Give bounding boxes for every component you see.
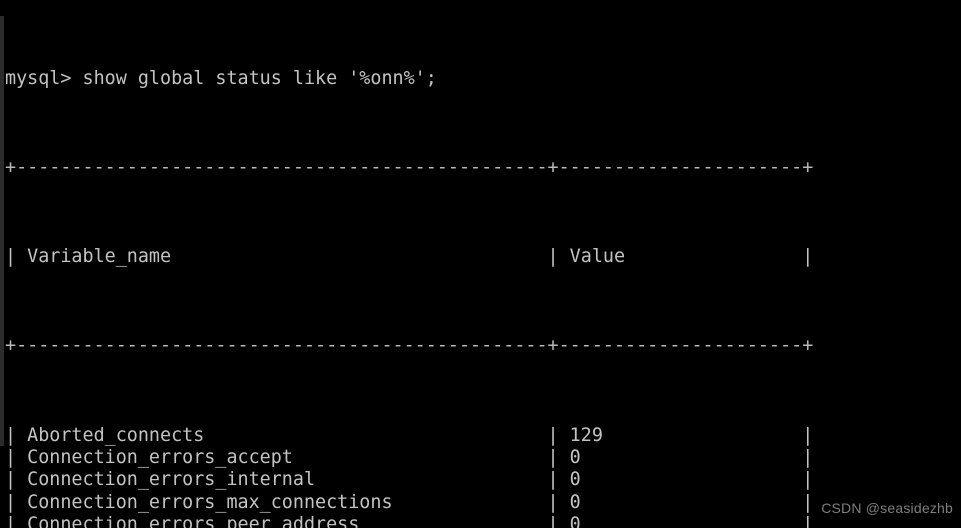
terminal-scrollbar-thumb[interactable] xyxy=(0,16,4,446)
table-row: | Connection_errors_peer_address | 0 | xyxy=(5,513,814,528)
table-border-top: +---------------------------------------… xyxy=(5,157,814,179)
table-row: | Connection_errors_accept | 0 | xyxy=(5,446,814,468)
terminal-screen: mysql> show global status like '%onn%'; … xyxy=(5,1,961,528)
table-row: | Connection_errors_internal | 0 | xyxy=(5,469,814,491)
watermark-label: CSDN @seasidezhb xyxy=(821,500,953,516)
table-row: | Connection_errors_max_connections | 0 … xyxy=(5,491,814,513)
command-line: mysql> show global status like '%onn%'; xyxy=(5,67,437,89)
terminal-window[interactable]: mysql> show global status like '%onn%'; … xyxy=(0,0,961,528)
table-header-row: | Variable_name | Value | xyxy=(5,246,814,268)
table-border-mid: +---------------------------------------… xyxy=(5,335,814,357)
terminal-scrollbar[interactable] xyxy=(0,0,4,528)
table-row: | Aborted_connects | 129 | xyxy=(5,424,814,446)
table-body: | Aborted_connects | 129 | | Connection_e… xyxy=(5,425,961,528)
